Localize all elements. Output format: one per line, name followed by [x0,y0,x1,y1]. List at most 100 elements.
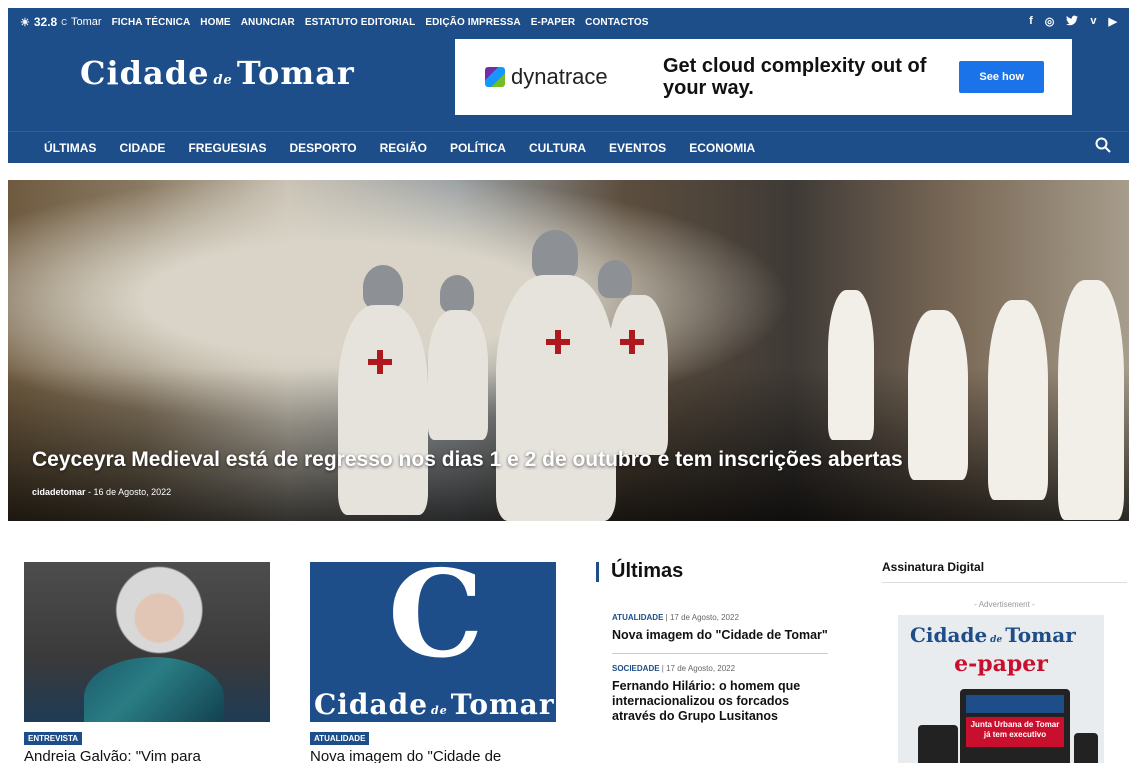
dynatrace-logo-icon [485,67,505,87]
nav-cultura[interactable]: CULTURA [529,141,586,155]
thumb-logo-de: de [431,704,448,717]
sidebar-title: Assinatura Digital [882,560,1127,583]
logo-de: de [213,73,233,88]
hero-photo-detail [1058,280,1124,520]
toplink-anunciar[interactable]: ANUNCIAR [241,17,295,28]
facebook-icon[interactable]: f [1029,15,1033,29]
sidebar: Assinatura Digital - Advertisement - Cid… [882,560,1127,763]
logo-part1: Cidade [80,54,210,92]
weather-city: Tomar [71,16,102,28]
banner-ad[interactable]: dynatrace Get cloud complexity out of yo… [455,39,1072,115]
nav-desporto[interactable]: DESPORTO [289,141,356,155]
category-badge[interactable]: ENTREVISTA [24,732,83,745]
epaper-logo: Cidade de Tomar [910,623,1076,647]
toplink-ficha-tecnica[interactable]: FICHA TÉCNICA [112,17,191,28]
hero-photo-detail [440,275,474,313]
latest-entry-category[interactable]: ATUALIDADE [612,613,663,622]
article-card[interactable]: C Cidade de Tomar ATUALIDADE Nova imagem… [310,562,556,763]
nav-regiao[interactable]: REGIÃO [380,141,427,155]
article-title[interactable]: Nova imagem do "Cidade de [310,748,556,763]
ad-cta-button[interactable]: See how [959,61,1044,93]
twitter-icon[interactable] [1066,15,1079,29]
latest-entry-date: 17 de Agosto, 2022 [669,613,739,622]
latest-entry-title[interactable]: Nova imagem do "Cidade de Tomar" [612,628,828,643]
hero-photo-detail [620,330,644,354]
top-links: FICHA TÉCNICA HOME ANUNCIAR ESTATUTO EDI… [112,17,649,28]
portrait-detail [84,657,224,722]
hero-meta: cidadetomar - 16 de Agosto, 2022 [32,487,171,497]
temperature-unit: C [61,17,68,27]
site-header: ☀ 32.8 C Tomar FICHA TÉCNICA HOME ANUNCI… [8,8,1129,163]
article-thumbnail[interactable]: C Cidade de Tomar [310,562,556,722]
latest-entry[interactable]: SOCIEDADE | 17 de Agosto, 2022 Fernando … [612,654,828,734]
nav-freguesias[interactable]: FREGUESIAS [188,141,266,155]
nav-cidade[interactable]: CIDADE [119,141,165,155]
latest-heading: Últimas [596,560,828,583]
top-bar: ☀ 32.8 C Tomar FICHA TÉCNICA HOME ANUNCI… [8,8,1129,36]
category-badge[interactable]: ATUALIDADE [310,732,370,745]
logo-part2: Tomar [236,54,355,92]
toplink-edicao-impressa[interactable]: EDIÇÃO IMPRESSA [425,17,520,28]
ad-headline: Get cloud complexity out of your way. [663,55,927,99]
toplink-estatuto-editorial[interactable]: ESTATUTO EDITORIAL [305,17,416,28]
article-thumbnail[interactable] [24,562,270,722]
latest-entry-meta: SOCIEDADE | 17 de Agosto, 2022 [612,664,828,673]
ad-brand: dynatrace [485,64,655,90]
device-screen [966,695,1064,713]
main-nav: ÚLTIMAS CIDADE FREGUESIAS DESPORTO REGIÃ… [8,131,1129,163]
toplink-home[interactable]: HOME [200,17,230,28]
toplink-e-paper[interactable]: E-PAPER [531,17,575,28]
hero-author[interactable]: cidadetomar [32,487,86,497]
tablet-device-icon: Junta Urbana de Tomar já tem executivo [960,689,1070,763]
hero-title[interactable]: Ceyceyra Medieval está de regresso nos d… [32,448,903,472]
search-icon[interactable] [1095,137,1111,158]
hero-photo-detail [496,275,616,521]
latest-entry-meta: ATUALIDADE | 17 de Agosto, 2022 [612,613,828,622]
latest-entry-date: 17 de Agosto, 2022 [666,664,736,673]
instagram-icon[interactable]: ◎ [1045,15,1055,29]
epaper-logo-part2: Tomar [1005,623,1076,647]
ad-brand-name: dynatrace [511,64,608,89]
latest-entry[interactable]: ATUALIDADE | 17 de Agosto, 2022 Nova ima… [612,603,828,654]
hero-photo-detail [532,230,578,280]
temperature: 32.8 [33,15,58,29]
nav-eventos[interactable]: EVENTOS [609,141,666,155]
nav-politica[interactable]: POLÍTICA [450,141,506,155]
epaper-ad[interactable]: Cidade de Tomar e-paper Junta Urbana de … [898,615,1104,763]
hero-date: 16 de Agosto, 2022 [93,487,172,497]
latest-entry-title[interactable]: Fernando Hilário: o homem que internacio… [612,679,828,724]
thumb-logo-part1: Cidade [314,688,429,721]
article-title[interactable]: Andreia Galvão: "Vim para [24,748,270,763]
nav-ultimas[interactable]: ÚLTIMAS [44,141,96,155]
hero-photo-detail [908,310,968,480]
article-card[interactable]: ENTREVISTA Andreia Galvão: "Vim para [24,562,270,763]
logo-c-mark: C [388,562,484,685]
epaper-logo-part1: Cidade [910,623,988,647]
latest-entry-category[interactable]: SOCIEDADE [612,664,660,673]
toplink-contactos[interactable]: CONTACTOS [585,17,648,28]
vimeo-icon[interactable]: v [1090,15,1096,29]
nav-economia[interactable]: ECONOMIA [689,141,755,155]
hero-photo-detail [546,330,570,354]
hero-photo-detail [338,305,428,515]
advertisement-label: - Advertisement - [974,600,1035,609]
social-links: f ◎ v ▶ [1029,15,1117,29]
site-logo[interactable]: Cidade de Tomar [80,54,355,92]
thumb-logo-text: Cidade de Tomar [314,688,555,721]
hero-photo-detail [363,265,403,309]
tablet-device-icon [918,725,958,763]
epaper-logo-de: de [990,635,1003,645]
youtube-icon[interactable]: ▶ [1109,15,1117,29]
hero-photo-detail [598,260,632,298]
sun-icon: ☀ [20,16,30,29]
hero-photo-detail [828,290,874,440]
hero-photo-detail [608,295,668,455]
weather-widget: ☀ 32.8 C Tomar [20,15,102,29]
latest-news-block: Últimas ATUALIDADE | 17 de Agosto, 2022 … [596,560,828,734]
latest-heading-text: Últimas [611,560,684,582]
paper-headline: Junta Urbana de Tomar já tem executivo [970,720,1060,739]
epaper-tagline: e-paper [954,651,1048,677]
hero-article[interactable]: Ceyceyra Medieval está de regresso nos d… [8,180,1129,521]
hero-photo-detail [428,310,488,440]
hero-photo-detail [988,300,1048,500]
